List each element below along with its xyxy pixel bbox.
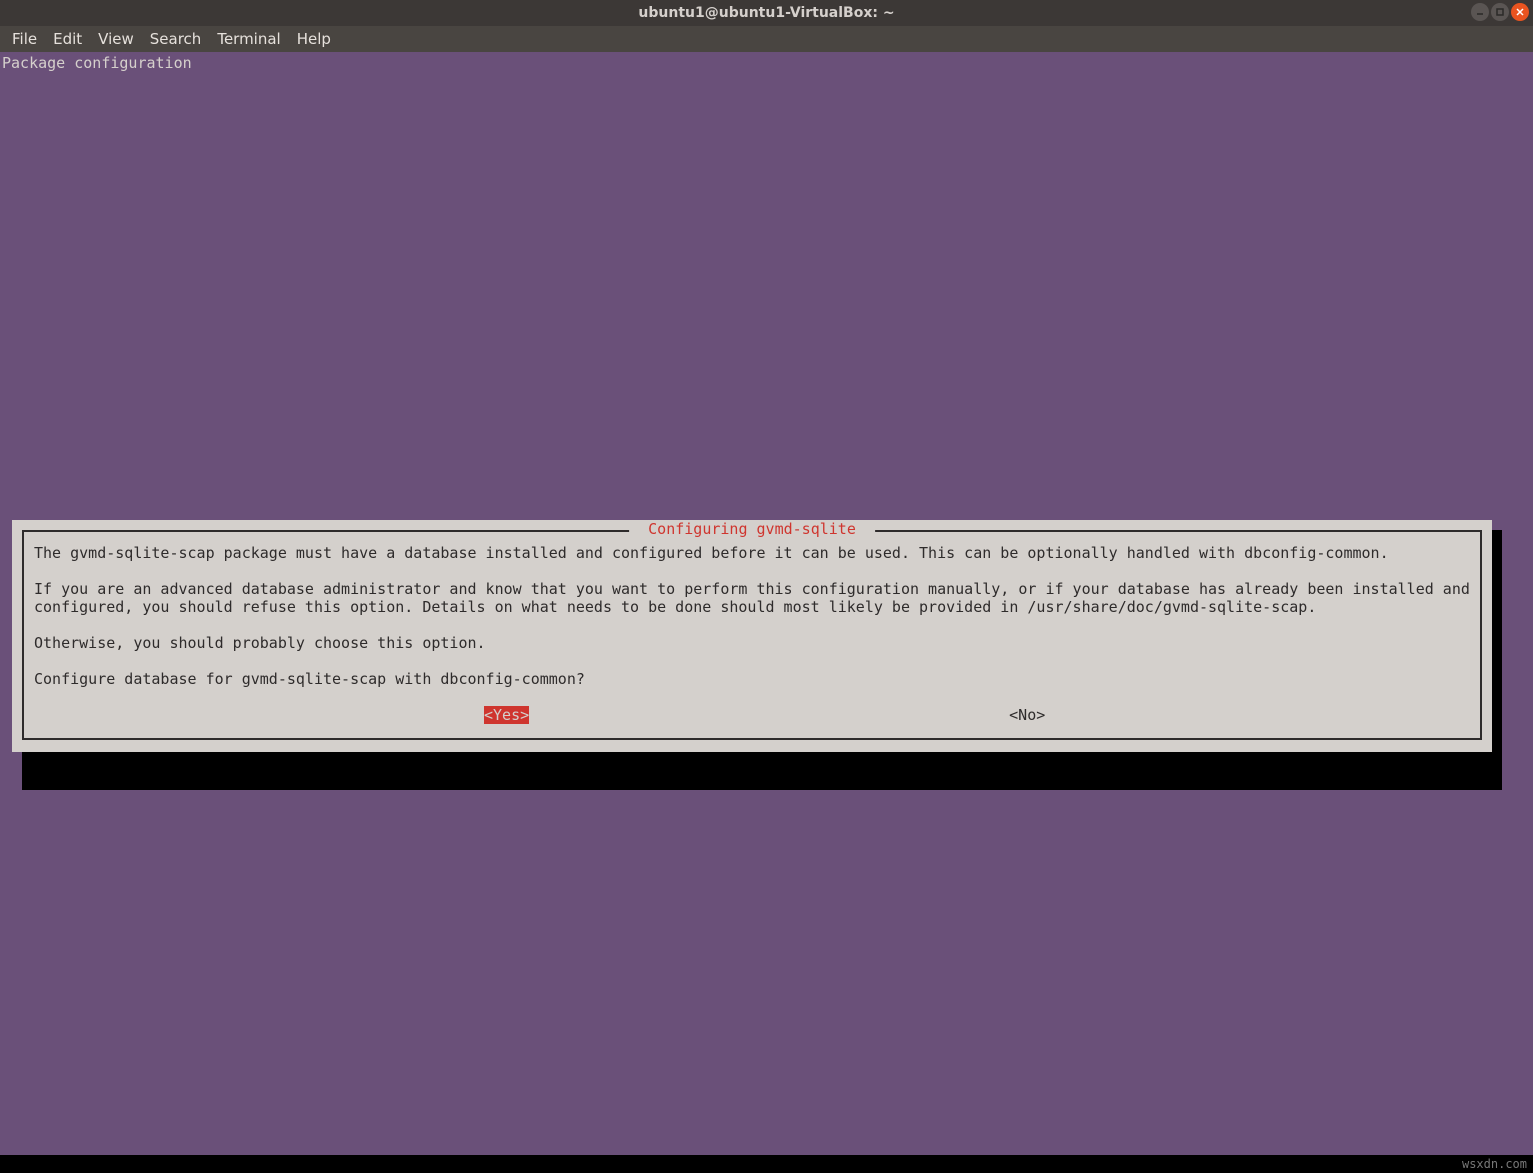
dialog-frame: Configuring gvmd-sqlite The gvmd-sqlite-… bbox=[22, 530, 1482, 740]
dialog-title: Configuring gvmd-sqlite bbox=[629, 520, 875, 538]
close-button[interactable] bbox=[1511, 3, 1529, 21]
package-configuration-label: Package configuration bbox=[0, 52, 194, 74]
maximize-icon bbox=[1495, 7, 1505, 17]
dialog-text-2: If you are an advanced database administ… bbox=[34, 580, 1470, 616]
dialog-text-1: The gvmd-sqlite-scap package must have a… bbox=[34, 544, 1470, 562]
dialog-text-3: Otherwise, you should probably choose th… bbox=[34, 634, 1470, 652]
no-button[interactable]: <No> bbox=[1009, 706, 1045, 724]
menu-file[interactable]: File bbox=[4, 26, 45, 52]
menu-search[interactable]: Search bbox=[142, 26, 210, 52]
menu-edit[interactable]: Edit bbox=[45, 26, 90, 52]
terminal-scrollbar[interactable] bbox=[1517, 52, 1533, 1155]
minimize-icon bbox=[1475, 7, 1485, 17]
menubar: File Edit View Search Terminal Help bbox=[0, 26, 1533, 52]
configure-dialog: Configuring gvmd-sqlite The gvmd-sqlite-… bbox=[12, 520, 1492, 752]
close-icon bbox=[1515, 7, 1525, 17]
watermark-text: wsxdn.com bbox=[1462, 1157, 1527, 1171]
screen: ubuntu1@ubuntu1-VirtualBox: ~ File Edit … bbox=[0, 0, 1533, 1173]
menu-help[interactable]: Help bbox=[289, 26, 339, 52]
yes-button[interactable]: <Yes> bbox=[484, 706, 529, 724]
minimize-button[interactable] bbox=[1471, 3, 1489, 21]
window-controls bbox=[1471, 3, 1529, 21]
window-title: ubuntu1@ubuntu1-VirtualBox: ~ bbox=[638, 5, 894, 21]
dialog-body: The gvmd-sqlite-scap package must have a… bbox=[34, 544, 1470, 724]
window-titlebar: ubuntu1@ubuntu1-VirtualBox: ~ bbox=[0, 0, 1533, 26]
menu-view[interactable]: View bbox=[90, 26, 142, 52]
dialog-text-4: Configure database for gvmd-sqlite-scap … bbox=[34, 670, 1470, 688]
bottom-bar: wsxdn.com bbox=[0, 1155, 1533, 1173]
terminal-inner: Package configuration Configuring gvmd-s… bbox=[0, 52, 1533, 1155]
menu-terminal[interactable]: Terminal bbox=[209, 26, 288, 52]
maximize-button[interactable] bbox=[1491, 3, 1509, 21]
dialog-buttons-row: <Yes> <No> bbox=[34, 706, 1470, 724]
scroll-thumb[interactable] bbox=[1517, 52, 1533, 1155]
terminal-area[interactable]: Package configuration Configuring gvmd-s… bbox=[0, 52, 1533, 1155]
